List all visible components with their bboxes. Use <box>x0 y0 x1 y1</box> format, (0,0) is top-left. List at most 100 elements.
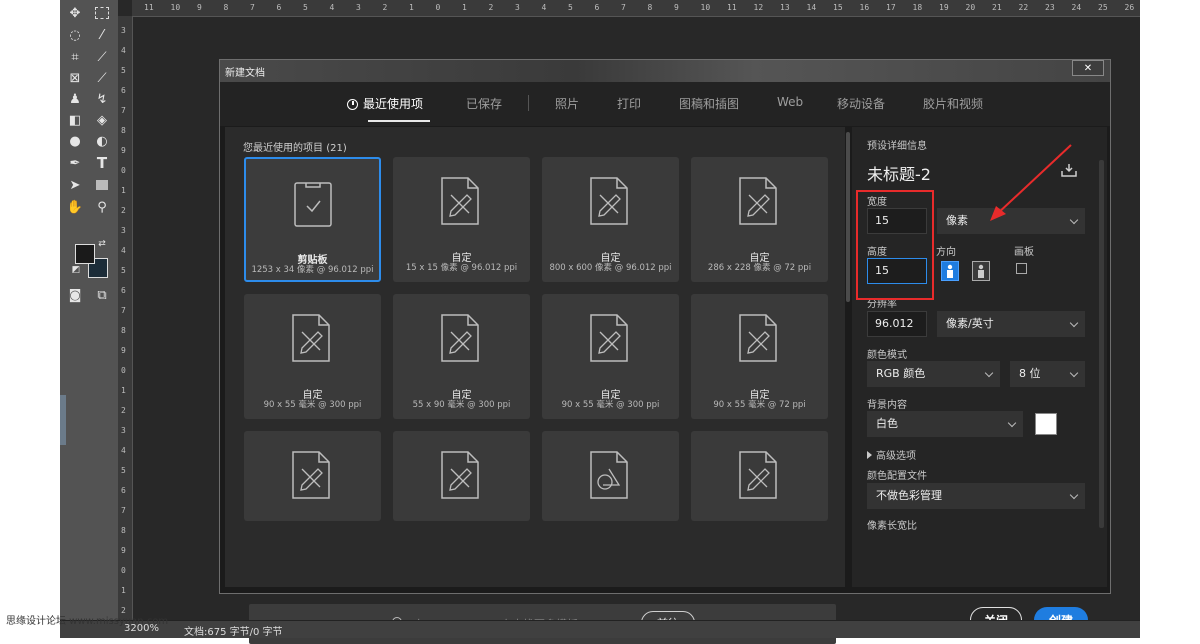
dialog-close-button[interactable]: ✕ <box>1072 60 1104 76</box>
tab-web[interactable]: Web <box>777 95 803 109</box>
screen-mode-icon[interactable]: ⧉ <box>91 284 113 306</box>
document-info[interactable]: 文档:675 字节/0 字节 <box>184 623 283 638</box>
card-dimensions: 286 x 228 像素 @ 72 ppi <box>707 263 812 273</box>
recent-item-card[interactable]: 自定 55 x 90 毫米 @ 300 ppi <box>393 294 530 419</box>
preset-details-scrollbar[interactable] <box>1099 160 1104 528</box>
ruler-tick: 4 <box>121 46 126 55</box>
document-icon <box>292 314 330 362</box>
tab-photo[interactable]: 照片 <box>555 95 579 112</box>
brush-tool-icon[interactable]: ⟋ <box>91 67 113 89</box>
bit-depth-select[interactable]: 8 位 <box>1010 361 1085 387</box>
recent-item-card[interactable]: 自定 15 x 15 像素 @ 96.012 ppi <box>393 157 530 282</box>
ruler-tick: 6 <box>121 86 126 95</box>
ruler-tick: 3 <box>356 3 361 12</box>
tab-mobile[interactable]: 移动设备 <box>837 95 885 112</box>
artboard-checkbox[interactable] <box>1016 263 1027 274</box>
width-unit-select[interactable]: 像素 <box>937 208 1085 234</box>
recent-item-card[interactable]: 自定 286 x 228 像素 @ 72 ppi <box>691 157 828 282</box>
zoom-tool-icon[interactable]: ⚲ <box>91 196 113 218</box>
tools-panel: ✥ ◌ ⁄ ⌗ ⟋ ⊠ ⟋ ♟ ↯ ◧ ◈ ● ◐ ✒ T ➤ ✋ ⚲ ⇄ ◩ … <box>60 0 118 620</box>
card-dimensions: 55 x 90 毫米 @ 300 ppi <box>412 400 511 410</box>
ruler-tick: 2 <box>121 406 126 415</box>
tab-art-illustration[interactable]: 图稿和插图 <box>679 95 739 112</box>
quick-mask-icon[interactable]: ◙ <box>64 284 86 306</box>
ruler-tick: 25 <box>1098 3 1108 12</box>
scrollbar-thumb[interactable] <box>846 132 850 302</box>
color-mode-select[interactable]: RGB 颜色 <box>867 361 1000 387</box>
blur-tool-icon[interactable]: ● <box>64 130 86 152</box>
recent-items-heading: 您最近使用的项目 (21) <box>243 143 347 154</box>
marquee-tool-icon[interactable] <box>91 2 113 24</box>
resolution-input[interactable]: 96.012 <box>867 311 927 337</box>
portrait-orientation-icon[interactable] <box>941 261 959 281</box>
rectangle-tool-icon[interactable] <box>91 174 113 196</box>
card-dimensions: 15 x 15 像素 @ 96.012 ppi <box>405 263 518 273</box>
recent-item-card[interactable] <box>542 431 679 521</box>
healing-tool-icon[interactable]: ⊠ <box>64 67 86 89</box>
ruler-tick: 4 <box>121 246 126 255</box>
crop-tool-icon[interactable]: ⌗ <box>64 46 86 68</box>
tab-recent[interactable]: 最近使用项 <box>347 95 423 112</box>
ruler-tick: 23 <box>1045 3 1055 12</box>
advanced-options-toggle[interactable]: 高级选项 <box>867 447 916 462</box>
ruler-tick: 0 <box>435 3 441 12</box>
ruler-tick: 1 <box>121 586 126 595</box>
ruler-tick: 1 <box>462 3 467 12</box>
tab-saved[interactable]: 已保存 <box>466 95 502 112</box>
magic-wand-tool-icon[interactable]: ⁄ <box>91 24 113 46</box>
swap-colors-icon[interactable]: ⇄ <box>96 238 108 250</box>
recent-item-card[interactable]: 自定 90 x 55 毫米 @ 300 ppi <box>244 294 381 419</box>
recent-item-card[interactable] <box>393 431 530 521</box>
card-dimensions: 90 x 55 毫米 @ 300 ppi <box>561 400 660 410</box>
preset-tabs: 最近使用项 已保存 照片 打印 图稿和插图 Web 移动设备 胶片和视频 <box>220 82 1110 126</box>
ruler-tick: 24 <box>1071 3 1082 12</box>
ruler-vertical: 345678901234567890123456789012 <box>118 16 133 620</box>
dodge-tool-icon[interactable]: ◐ <box>91 130 113 152</box>
recent-item-card[interactable]: 自定 90 x 55 毫米 @ 72 ppi <box>691 294 828 419</box>
lasso-tool-icon[interactable]: ◌ <box>64 24 86 46</box>
panel-edge <box>60 395 66 445</box>
recent-item-card[interactable]: 自定 800 x 600 像素 @ 96.012 ppi <box>542 157 679 282</box>
recent-item-clipboard[interactable]: 剪贴板 1253 x 34 像素 @ 96.012 ppi <box>244 157 381 282</box>
tab-separator <box>528 95 529 111</box>
tab-film-video[interactable]: 胶片和视频 <box>923 95 983 112</box>
tab-print[interactable]: 打印 <box>617 95 641 112</box>
foreground-color-swatch[interactable] <box>75 244 95 264</box>
ruler-tick: 5 <box>121 66 126 75</box>
paint-bucket-tool-icon[interactable]: ◈ <box>91 109 113 131</box>
save-preset-icon[interactable] <box>1061 163 1077 177</box>
type-tool-icon[interactable]: T <box>91 152 113 174</box>
move-tool-icon[interactable]: ✥ <box>64 2 86 24</box>
path-selection-tool-icon[interactable]: ➤ <box>64 174 86 196</box>
dialog-title: 新建文档 <box>225 68 265 79</box>
recent-item-card[interactable] <box>244 431 381 521</box>
ruler-tick: 2 <box>121 206 126 215</box>
landscape-orientation-icon[interactable] <box>972 261 990 281</box>
recent-item-card[interactable]: 自定 90 x 55 毫米 @ 300 ppi <box>542 294 679 419</box>
document-icon <box>292 451 330 499</box>
color-profile-select[interactable]: 不做色彩管理 <box>867 483 1085 509</box>
background-color-swatch[interactable] <box>1035 413 1057 435</box>
recent-item-card[interactable] <box>691 431 828 521</box>
pen-tool-icon[interactable]: ✒ <box>64 152 86 174</box>
hand-tool-icon[interactable]: ✋ <box>64 196 86 218</box>
ruler-tick: 7 <box>621 3 626 12</box>
stamp-tool-icon[interactable]: ♟ <box>64 88 86 110</box>
pixel-aspect-label: 像素长宽比 <box>867 521 917 532</box>
ruler-tick: 17 <box>886 3 896 12</box>
resolution-unit-select[interactable]: 像素/英寸 <box>937 311 1085 337</box>
document-name[interactable]: 未标题-2 <box>867 161 931 185</box>
document-icon <box>739 177 777 225</box>
ruler-tick: 3 <box>121 26 126 35</box>
default-colors-icon[interactable]: ◩ <box>70 264 82 276</box>
eraser-tool-icon[interactable]: ◧ <box>64 109 86 131</box>
history-brush-tool-icon[interactable]: ↯ <box>91 88 113 110</box>
eyedropper-tool-icon[interactable]: ⟋ <box>91 46 113 68</box>
background-select[interactable]: 白色 <box>867 411 1023 437</box>
ruler-tick: 4 <box>541 3 547 12</box>
ruler-tick: 15 <box>833 3 843 12</box>
ruler-tick: 6 <box>276 3 282 12</box>
card-dimensions: 800 x 600 像素 @ 96.012 ppi <box>549 263 672 273</box>
ruler-tick: 2 <box>488 3 494 12</box>
dialog-titlebar[interactable]: 新建文档 ✕ <box>220 60 1110 82</box>
